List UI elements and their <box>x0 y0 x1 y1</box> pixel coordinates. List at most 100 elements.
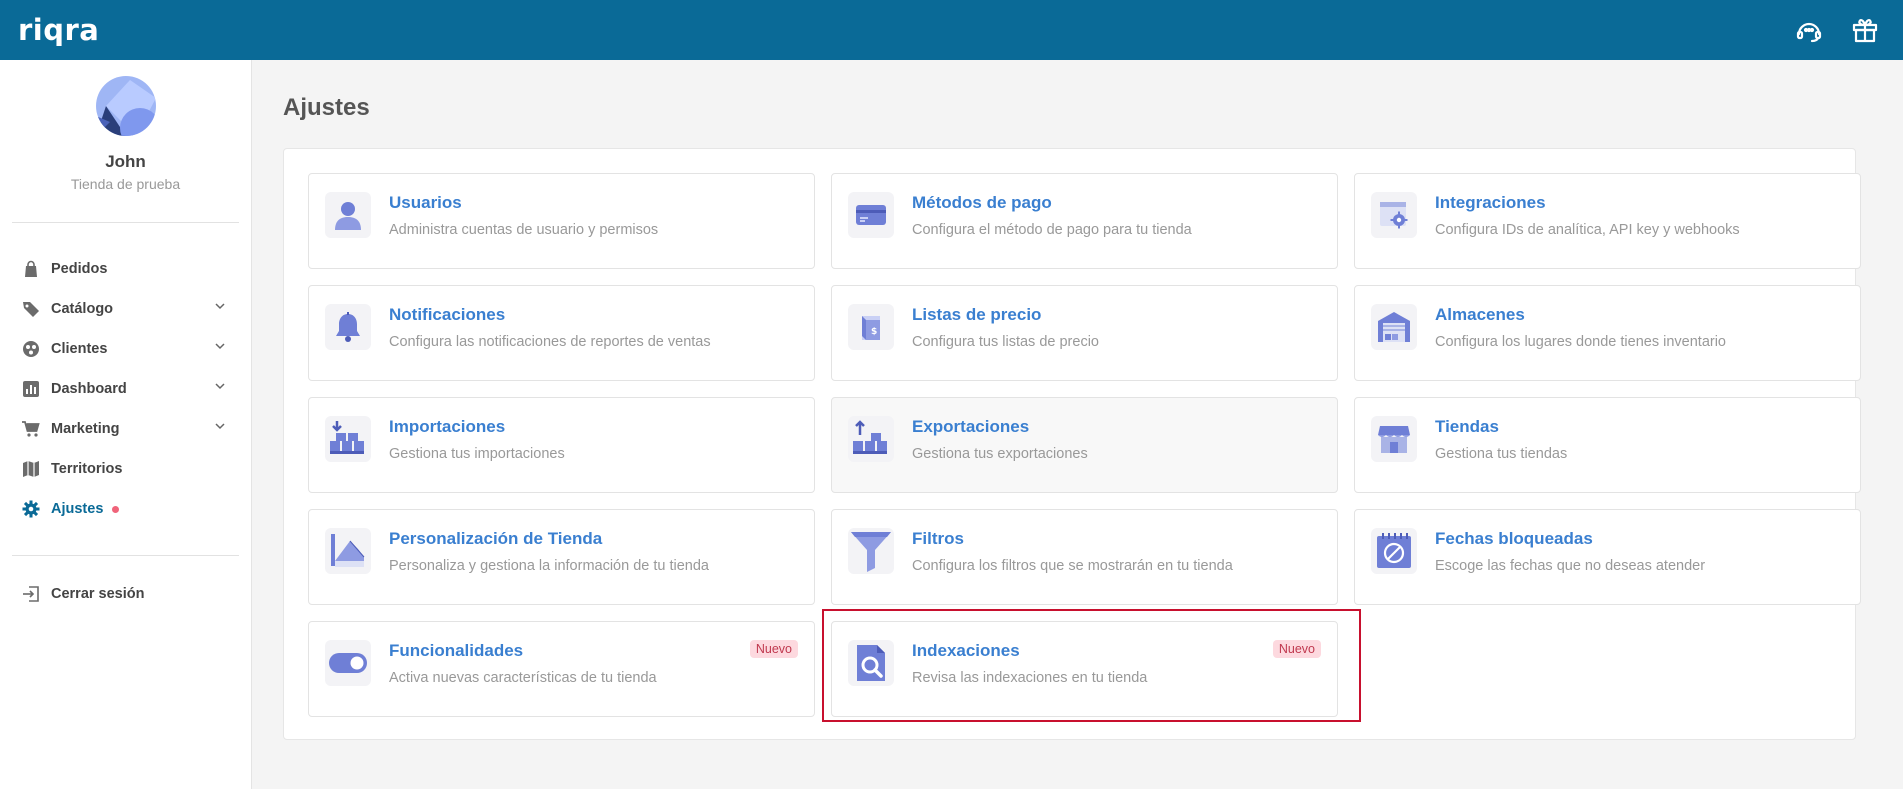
credit-card-icon <box>848 192 894 238</box>
chevron-down-icon[interactable] <box>215 423 225 430</box>
card-title[interactable]: Listas de precio <box>912 305 1041 325</box>
card-description: Gestiona tus exportaciones <box>912 446 1088 462</box>
sidebar: John Tienda de prueba Pedidos Catálogo C… <box>0 60 252 789</box>
blocked-calendar-icon <box>1371 528 1417 574</box>
settings-card-tiendas[interactable]: Tiendas Gestiona tus tiendas <box>1354 397 1861 493</box>
sidebar-item-territorios[interactable]: Territorios <box>0 449 251 489</box>
sidebar-item-label: Dashboard <box>51 381 127 397</box>
sidebar-item-clientes[interactable]: Clientes <box>0 329 251 369</box>
users-icon <box>20 339 41 360</box>
card-description: Configura los lugares donde tienes inven… <box>1435 334 1726 350</box>
new-badge: Nuevo <box>1272 640 1321 658</box>
card-description: Configura tus listas de precio <box>912 334 1099 350</box>
logout-button[interactable]: Cerrar sesión <box>0 574 251 614</box>
store-icon <box>1371 416 1417 462</box>
card-title[interactable]: Personalización de Tienda <box>389 529 602 549</box>
warehouse-icon <box>1371 304 1417 350</box>
price-list-icon: $ <box>848 304 894 350</box>
settings-card-fechas-bloqueadas[interactable]: Fechas bloqueadas Escoge las fechas que … <box>1354 509 1861 605</box>
settings-card-integraciones[interactable]: Integraciones Configura IDs de analítica… <box>1354 173 1861 269</box>
card-title[interactable]: Exportaciones <box>912 417 1029 437</box>
settings-card-listas-de-precio[interactable]: $ Listas de precio Configura tus listas … <box>831 285 1338 381</box>
sidebar-item-label: Clientes <box>51 341 108 357</box>
sidebar-item-ajustes[interactable]: Ajustes <box>0 489 251 529</box>
sidebar-item-dashboard[interactable]: Dashboard <box>0 369 251 409</box>
card-description: Configura los filtros que se mostrarán e… <box>912 558 1233 574</box>
card-title[interactable]: Filtros <box>912 529 964 549</box>
svg-text:$: $ <box>871 327 877 337</box>
notification-dot <box>112 505 120 513</box>
settings-card-notificaciones[interactable]: Notificaciones Configura las notificacio… <box>308 285 815 381</box>
top-icons <box>1793 0 1881 60</box>
card-description: Revisa las indexaciones en tu tienda <box>912 670 1148 686</box>
avatar[interactable] <box>95 76 156 136</box>
sidebar-item-label: Marketing <box>51 421 120 437</box>
toggle-icon <box>325 640 371 686</box>
card-title[interactable]: Indexaciones <box>912 641 1020 661</box>
store-name: Tienda de prueba <box>70 176 181 192</box>
gift-icon[interactable] <box>1849 14 1881 46</box>
logout-label: Cerrar sesión <box>51 586 145 602</box>
card-title[interactable]: Notificaciones <box>389 305 505 325</box>
funnel-icon <box>848 528 894 574</box>
settings-panel: Usuarios Administra cuentas de usuario y… <box>283 148 1861 740</box>
gear-icon <box>20 499 41 520</box>
sidebar-divider <box>12 555 239 556</box>
card-title[interactable]: Integraciones <box>1435 193 1546 213</box>
export-icon <box>848 416 894 462</box>
user-name: John <box>105 152 146 171</box>
tag-icon <box>20 299 41 320</box>
card-description: Escoge las fechas que no deseas atender <box>1435 558 1706 574</box>
settings-card-filtros[interactable]: Filtros Configura los filtros que se mos… <box>831 509 1338 605</box>
user-icon <box>325 192 371 238</box>
settings-card-exportaciones[interactable]: Exportaciones Gestiona tus exportaciones <box>831 397 1338 493</box>
settings-card-usuarios[interactable]: Usuarios Administra cuentas de usuario y… <box>308 173 815 269</box>
cart-icon <box>20 419 41 440</box>
import-icon <box>325 416 371 462</box>
settings-card-almacenes[interactable]: Almacenes Configura los lugares donde ti… <box>1354 285 1861 381</box>
sidebar-nav: Pedidos Catálogo Clientes Dashboard Mark… <box>0 223 251 529</box>
card-description: Configura el método de pago para tu tien… <box>912 222 1192 238</box>
page-title: Ajustes <box>283 94 370 121</box>
card-description: Activa nuevas características de tu tien… <box>389 670 657 686</box>
card-title[interactable]: Tiendas <box>1435 417 1499 437</box>
card-title[interactable]: Usuarios <box>389 193 462 213</box>
sidebar-item-marketing[interactable]: Marketing <box>0 409 251 449</box>
card-description: Configura las notificaciones de reportes… <box>389 334 711 350</box>
chevron-down-icon[interactable] <box>215 303 225 310</box>
chevron-down-icon[interactable] <box>215 343 225 350</box>
card-title[interactable]: Fechas bloqueadas <box>1435 529 1593 549</box>
sidebar-item-pedidos[interactable]: Pedidos <box>0 249 251 289</box>
bell-icon <box>325 304 371 350</box>
card-title[interactable]: Importaciones <box>389 417 505 437</box>
support-icon[interactable] <box>1793 14 1825 46</box>
top-bar: riqra <box>0 0 1903 60</box>
card-description: Gestiona tus importaciones <box>389 446 565 462</box>
chevron-down-icon[interactable] <box>215 383 225 390</box>
integration-gear-icon <box>1371 192 1417 238</box>
settings-card-metodos-de-pago[interactable]: Métodos de pago Configura el método de p… <box>831 173 1338 269</box>
riqra-logo[interactable]: riqra <box>18 13 99 47</box>
logout-icon <box>20 584 41 605</box>
card-title[interactable]: Almacenes <box>1435 305 1525 325</box>
card-title[interactable]: Métodos de pago <box>912 193 1052 213</box>
search-document-icon <box>848 640 894 686</box>
card-title[interactable]: Funcionalidades <box>389 641 523 661</box>
settings-card-personalizacion-de-tienda[interactable]: Personalización de Tienda Personaliza y … <box>308 509 815 605</box>
chart-icon <box>20 379 41 400</box>
settings-card-indexaciones[interactable]: Indexaciones Revisa las indexaciones en … <box>831 621 1338 717</box>
card-description: Administra cuentas de usuario y permisos <box>389 222 659 238</box>
profile: John Tienda de prueba <box>0 60 251 192</box>
card-description: Gestiona tus tiendas <box>1435 446 1568 462</box>
settings-card-funcionalidades[interactable]: Funcionalidades Activa nuevas caracterís… <box>308 621 815 717</box>
settings-grid: Usuarios Administra cuentas de usuario y… <box>308 173 1861 717</box>
sidebar-item-label: Catálogo <box>51 301 114 317</box>
sidebar-item-label: Pedidos <box>51 261 108 277</box>
map-icon <box>20 459 41 480</box>
sidebar-item-catalogo[interactable]: Catálogo <box>0 289 251 329</box>
sidebar-item-label: Ajustes <box>51 501 104 517</box>
card-description: Configura IDs de analítica, API key y we… <box>1435 222 1740 238</box>
sidebar-item-label: Territorios <box>51 461 123 477</box>
bag-icon <box>20 259 41 280</box>
settings-card-importaciones[interactable]: Importaciones Gestiona tus importaciones <box>308 397 815 493</box>
